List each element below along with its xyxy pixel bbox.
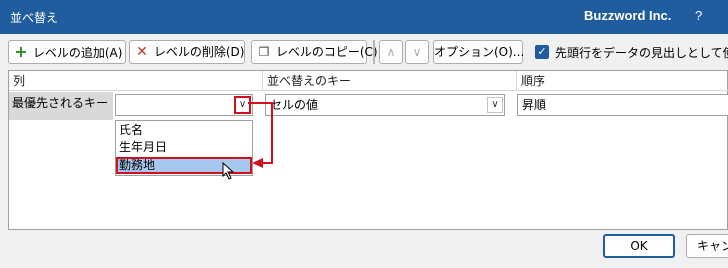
dropdown-option[interactable]: 生年月日 — [116, 139, 252, 156]
copy-icon: ❐ — [258, 45, 270, 59]
order-select[interactable]: 昇順 — [517, 94, 728, 116]
options-button[interactable]: オプション(O)... — [433, 40, 524, 64]
cancel-button[interactable]: キャン — [686, 234, 728, 258]
move-up-button[interactable]: ∧ — [379, 40, 403, 64]
move-down-button[interactable]: ∨ — [405, 40, 429, 64]
column-header-sort-on: 並べ替えのキー — [263, 71, 517, 91]
chevron-down-icon[interactable]: ∨ — [487, 97, 503, 113]
dropdown-option[interactable]: 氏名 — [116, 122, 252, 139]
add-level-button[interactable]: + レベルの追加(A) — [8, 40, 126, 64]
copy-level-button[interactable]: ❐ レベルのコピー(C) — [251, 40, 378, 64]
sort-level-label: 最優先されるキー — [9, 92, 113, 120]
column-select[interactable]: ∨ — [115, 94, 253, 116]
order-select-value: 昇順 — [522, 98, 547, 112]
ok-button[interactable]: OK — [603, 234, 675, 258]
header-row-checkbox-label: 先頭行をデータの見出しとして使用す — [555, 46, 728, 60]
help-button[interactable]: ? — [695, 8, 702, 23]
column-header-column: 列 — [9, 71, 263, 91]
x-icon: ✕ — [136, 44, 148, 60]
copy-level-label: レベルのコピー(C) — [275, 45, 378, 59]
delete-level-button[interactable]: ✕ レベルの削除(D) — [129, 40, 245, 64]
mouse-pointer-icon — [222, 162, 235, 180]
header-row-checkbox[interactable]: ✓ — [535, 45, 549, 59]
window-title: 並べ替え — [10, 11, 59, 25]
add-level-label: レベルの追加(A) — [32, 46, 123, 60]
column-header-order: 順序 — [517, 71, 728, 91]
chevron-down-icon[interactable]: ∨ — [234, 96, 251, 114]
brand-label: Buzzword Inc. — [584, 8, 672, 23]
sort-levels-grid: 列 並べ替えのキー 順序 最優先されるキー ∨ セルの値 ∨ 昇順 氏名 生年月… — [8, 70, 728, 230]
sort-on-select-value: セルの値 — [270, 98, 319, 112]
toolbar: + レベルの追加(A) ✕ レベルの削除(D) ❐ レベルのコピー(C) ∧ ∨… — [0, 34, 728, 68]
sort-on-select[interactable]: セルの値 ∨ — [265, 94, 505, 116]
title-bar: 並べ替え Buzzword Inc. ? — [0, 0, 728, 34]
plus-icon: + — [14, 42, 28, 61]
delete-level-label: レベルの削除(D) — [153, 45, 245, 59]
toolbar-separator — [373, 40, 375, 64]
